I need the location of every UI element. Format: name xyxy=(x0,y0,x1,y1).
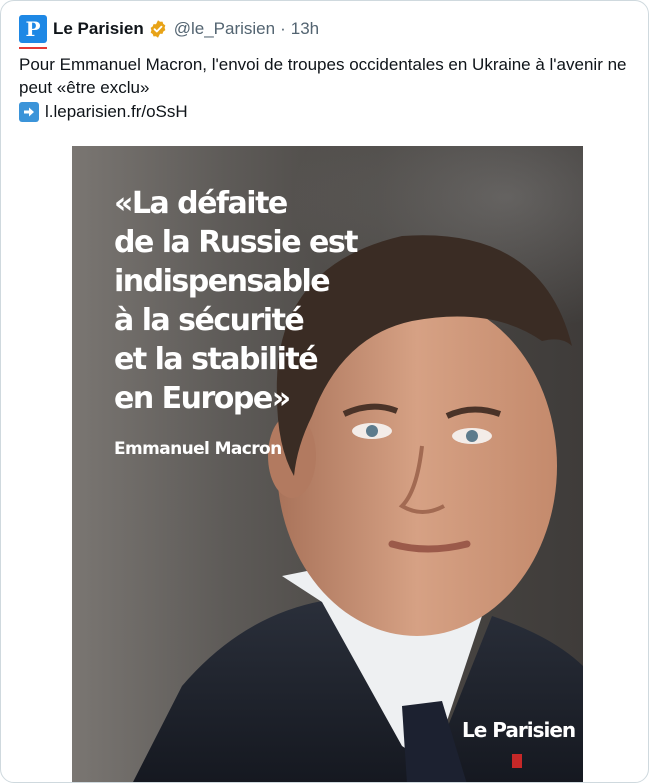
tweet-header: P Le Parisien @le_Parisien · 13h xyxy=(19,15,319,49)
quote-text: «La défaite de la Russie est indispensab… xyxy=(114,186,359,416)
quote-author: Emmanuel Macron xyxy=(114,439,282,459)
verified-badge-icon xyxy=(150,20,166,38)
tweet-card[interactable]: P Le Parisien @le_Parisien · 13h Pour Em… xyxy=(0,0,649,783)
tweet-image[interactable]: «La défaite de la Russie est indispensab… xyxy=(72,146,583,782)
tweet-text: Pour Emmanuel Macron, l'envoi de troupes… xyxy=(19,55,627,97)
tweet-link[interactable]: l.leparisien.fr/oSsH xyxy=(45,102,188,122)
separator-dot: · xyxy=(280,19,286,38)
avatar[interactable]: P xyxy=(19,15,47,49)
tweet-time[interactable]: 13h xyxy=(291,19,319,39)
avatar-letter: P xyxy=(25,17,41,41)
avatar-underline xyxy=(19,47,47,49)
author-name[interactable]: Le Parisien xyxy=(53,19,144,39)
author-handle[interactable]: @le_Parisien xyxy=(174,19,275,39)
tweet-link-line: l.leparisien.fr/oSsH xyxy=(19,102,188,122)
right-arrow-icon xyxy=(19,102,39,122)
le-parisien-logo: Le Parisien xyxy=(462,718,576,742)
